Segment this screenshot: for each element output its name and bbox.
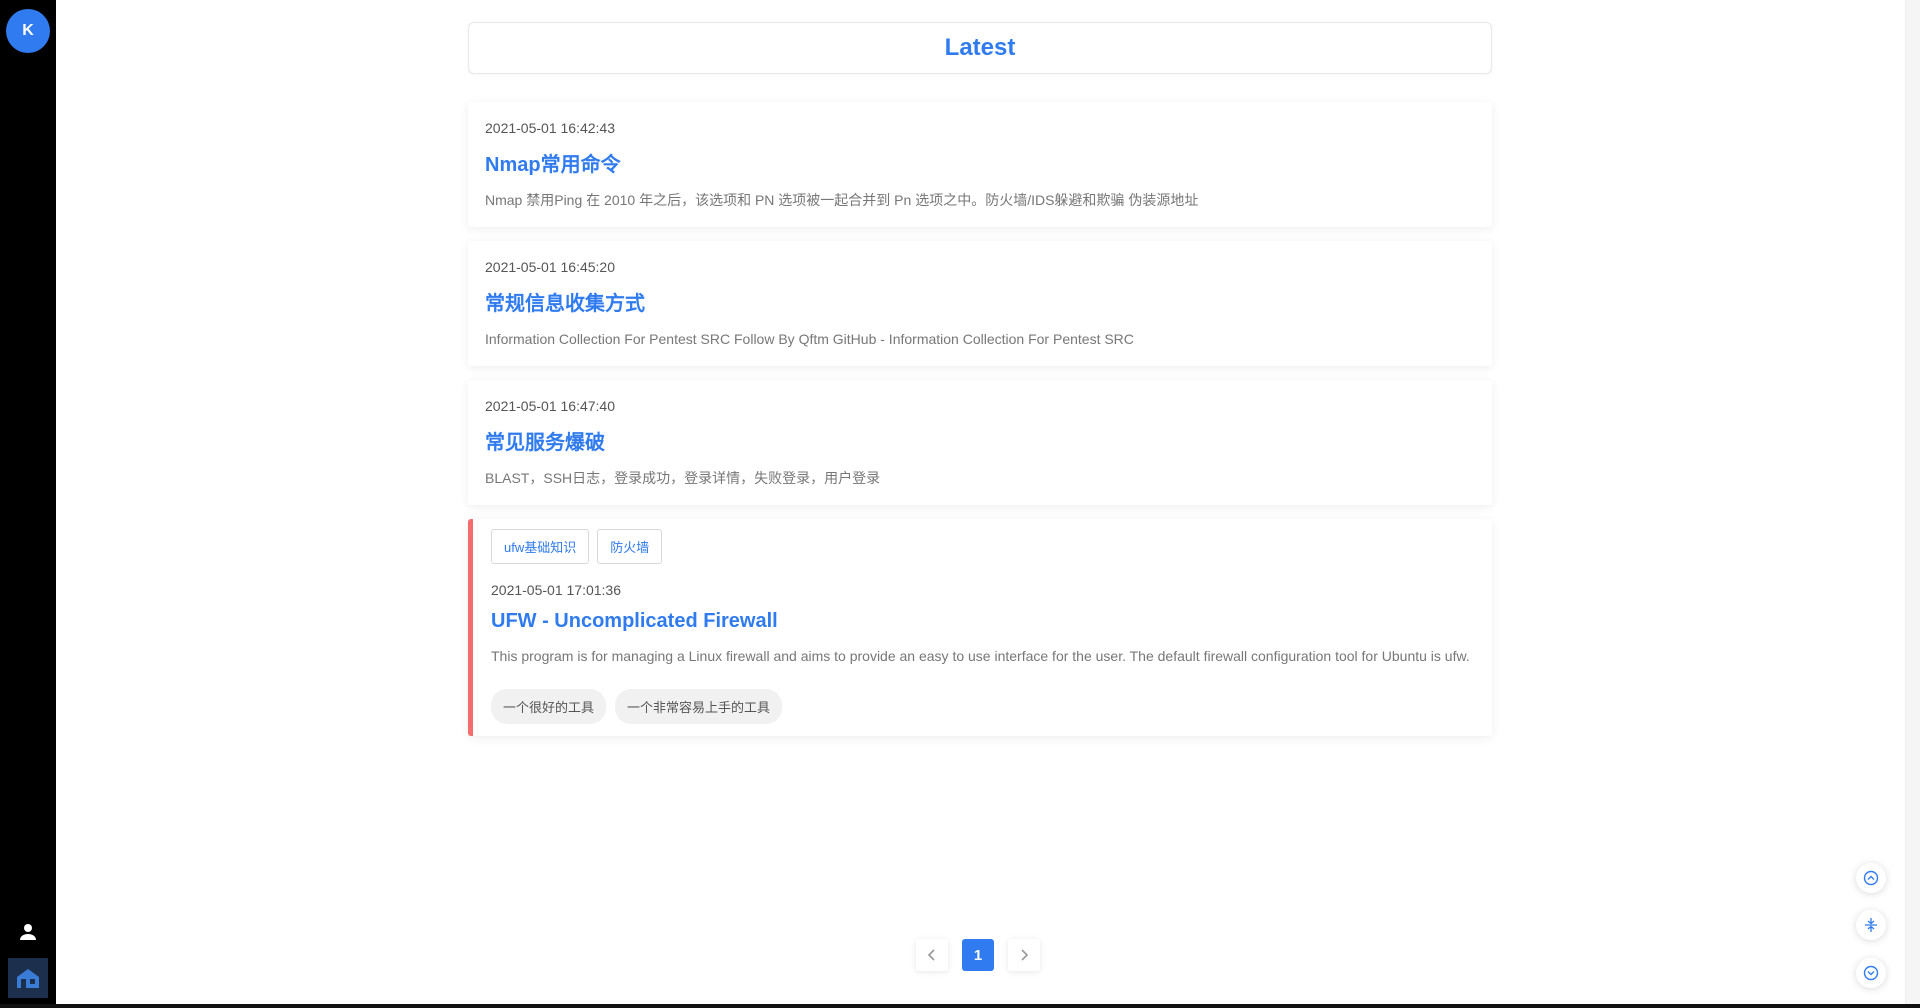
window-border (0, 1004, 1920, 1008)
chip-easy-tool[interactable]: 一个非常容易上手的工具 (615, 689, 783, 724)
post-card[interactable]: 2021-05-01 16:47:40 常见服务爆破 BLAST，SSH日志，登… (468, 380, 1492, 505)
post-title-link[interactable]: UFW - Uncomplicated Firewall (491, 610, 1474, 633)
post-summary: Information Collection For Pentest SRC F… (485, 331, 1134, 347)
post-date: 2021-05-01 16:42:43 (485, 120, 615, 136)
tag-ufw-basics[interactable]: ufw基础知识 (491, 529, 590, 564)
avatar-letter: K (22, 22, 34, 39)
scroll-bottom-button[interactable] (1856, 958, 1886, 988)
latest-header: Latest (468, 22, 1492, 74)
post-title-link[interactable]: Nmap常用命令 (485, 148, 1474, 177)
post-card[interactable]: 2021-05-01 16:42:43 Nmap常用命令 Nmap 禁用Ping… (468, 102, 1492, 227)
prev-page-button[interactable] (916, 939, 948, 971)
pinned-post-card[interactable]: ufw基础知识 防火墙 2021-05-01 17:01:36 UFW - Un… (468, 519, 1492, 736)
scroll-top-icon (1863, 870, 1879, 886)
post-date: 2021-05-01 16:47:40 (485, 398, 615, 414)
post-tags: ufw基础知识 防火墙 (491, 529, 1474, 564)
post-date: 2021-05-01 16:45:20 (485, 259, 615, 275)
post-summary: This program is for managing a Linux fir… (491, 648, 1470, 664)
chip-good-tool[interactable]: 一个很好的工具 (491, 689, 607, 724)
user-button[interactable] (16, 920, 40, 944)
avatar[interactable]: K (6, 9, 50, 53)
home-icon (17, 969, 39, 988)
home-button[interactable] (8, 958, 48, 998)
page-title: Latest (944, 34, 1016, 61)
post-summary: Nmap 禁用Ping 在 2010 年之后，该选项和 PN 选项被一起合并到 … (485, 192, 1199, 208)
tag-firewall[interactable]: 防火墙 (597, 529, 663, 564)
post-title-link[interactable]: 常见服务爆破 (485, 426, 1474, 455)
sidebar: K (0, 0, 56, 1008)
collapse-icon (1865, 918, 1877, 932)
scroll-bottom-icon (1863, 965, 1879, 981)
chevron-right-icon (1021, 949, 1029, 961)
user-icon (20, 924, 36, 940)
pagination: 1 (916, 939, 1040, 971)
page-1-button[interactable]: 1 (962, 939, 994, 971)
collapse-button[interactable] (1856, 910, 1886, 940)
post-chips: 一个很好的工具 一个非常容易上手的工具 (491, 689, 1474, 724)
chevron-left-icon (927, 949, 935, 961)
next-page-button[interactable] (1008, 939, 1040, 971)
post-summary: BLAST，SSH日志，登录成功，登录详情，失败登录，用户登录 (485, 470, 881, 486)
scroll-top-button[interactable] (1856, 863, 1886, 893)
scrollbar[interactable] (1905, 0, 1920, 1004)
post-date: 2021-05-01 17:01:36 (491, 582, 621, 598)
post-title-link[interactable]: 常规信息收集方式 (485, 287, 1474, 316)
main-content: Latest 2021-05-01 16:42:43 Nmap常用命令 Nmap… (468, 22, 1492, 736)
post-card[interactable]: 2021-05-01 16:45:20 常规信息收集方式 Information… (468, 241, 1492, 366)
